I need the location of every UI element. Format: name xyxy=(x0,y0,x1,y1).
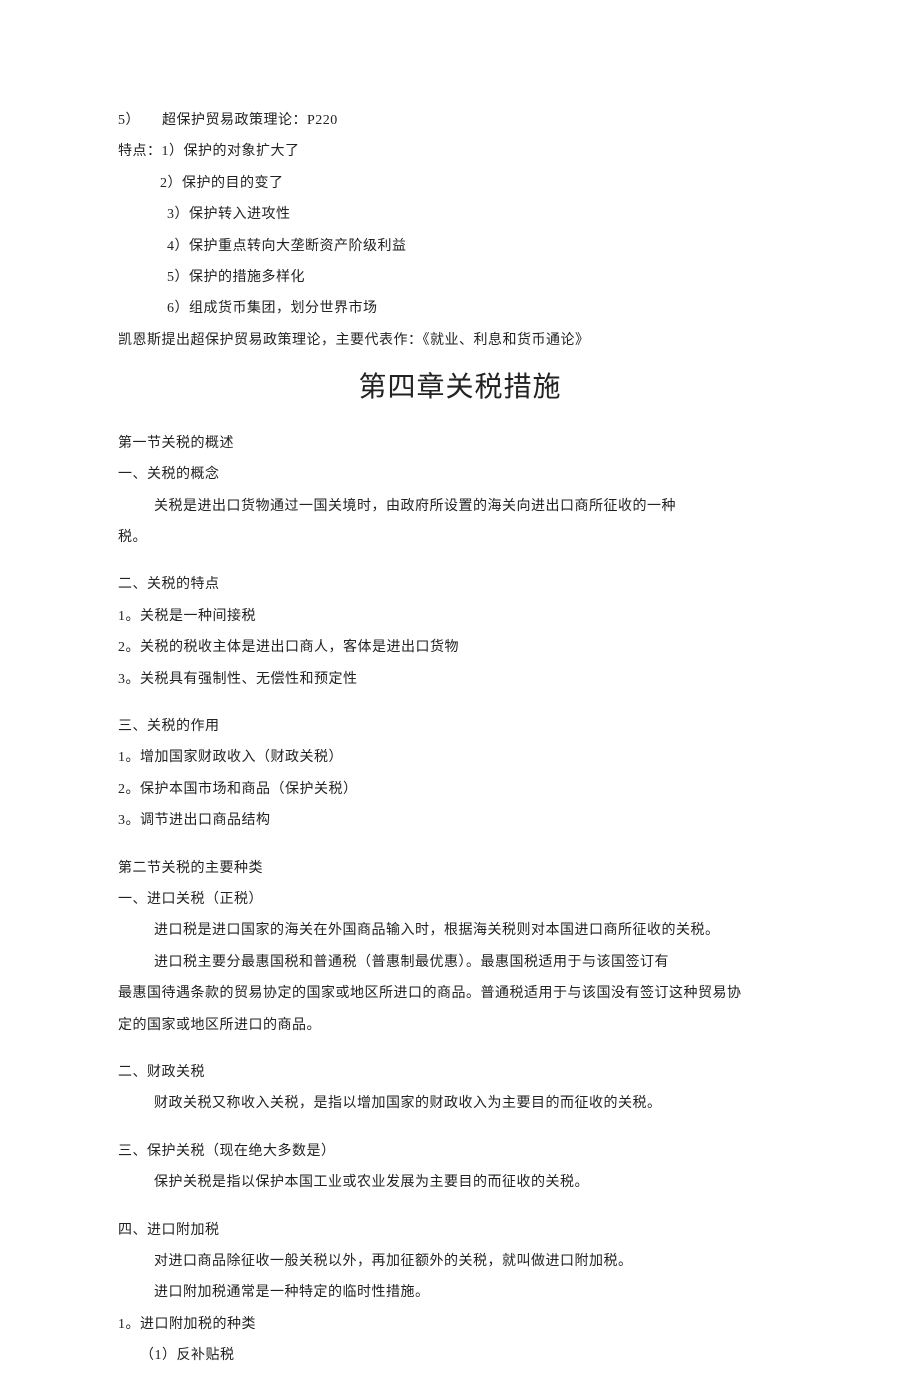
section1-sub3-item3: 3。调节进出口商品结构 xyxy=(118,810,802,832)
theory-heading: 5） 超保护贸易政策理论：P220 xyxy=(118,110,802,132)
section2-title: 第二节关税的主要种类 xyxy=(118,858,802,880)
section2-sub4-item1: 1。进口附加税的种类 xyxy=(118,1314,802,1336)
section1-sub2-item1: 1。关税是一种间接税 xyxy=(118,606,802,628)
section1-sub2-item2: 2。关税的税收主体是进出口商人，客体是进出口货物 xyxy=(118,637,802,659)
section2-sub1-p1: 进口税是进口国家的海关在外国商品输入时，根据海关税则对本国进口商所征收的关税。 xyxy=(118,920,802,942)
section2-sub1-p4: 定的国家或地区所进口的商品。 xyxy=(118,1015,802,1037)
section1-sub1-p1: 关税是进出口货物通过一国关境时，由政府所设置的海关向进出口商所征收的一种 xyxy=(118,496,802,518)
section1-sub2-item3: 3。关税具有强制性、无偿性和预定性 xyxy=(118,669,802,691)
section2-sub4-item1a: （1）反补贴税 xyxy=(118,1345,802,1367)
section1-sub1-heading: 一、关税的概念 xyxy=(118,464,802,486)
section2-sub2-heading: 二、财政关税 xyxy=(118,1062,802,1084)
feature-5: 5）保护的措施多样化 xyxy=(118,267,802,289)
section1-title: 第一节关税的概述 xyxy=(118,433,802,455)
section2-sub4-p1: 对进口商品除征收一般关税以外，再加征额外的关税，就叫做进口附加税。 xyxy=(118,1251,802,1273)
feature-4: 4）保护重点转向大垄断资产阶级利益 xyxy=(118,236,802,258)
features-label: 特点：1）保护的对象扩大了 xyxy=(118,141,802,163)
feature-2: 2）保护的目的变了 xyxy=(118,173,802,195)
section1-sub3-item1: 1。增加国家财政收入（财政关税） xyxy=(118,747,802,769)
section1-sub3-heading: 三、关税的作用 xyxy=(118,716,802,738)
keynes-note: 凯恩斯提出超保护贸易政策理论，主要代表作：《就业、利息和货币通论》 xyxy=(118,330,802,352)
section2-sub2-p1: 财政关税又称收入关税，是指以增加国家的财政收入为主要目的而征收的关税。 xyxy=(118,1093,802,1115)
section2-sub4-heading: 四、进口附加税 xyxy=(118,1220,802,1242)
section1-sub1-p2: 税。 xyxy=(118,527,802,549)
feature-3: 3）保护转入进攻性 xyxy=(118,204,802,226)
section1-sub3-item2: 2。保护本国市场和商品（保护关税） xyxy=(118,779,802,801)
section2-sub4-p2: 进口附加税通常是一种特定的临时性措施。 xyxy=(118,1282,802,1304)
section2-sub3-p1: 保护关税是指以保护本国工业或农业发展为主要目的而征收的关税。 xyxy=(118,1172,802,1194)
section2-sub1-heading: 一、进口关税（正税） xyxy=(118,889,802,911)
section1-sub2-heading: 二、关税的特点 xyxy=(118,574,802,596)
chapter-title: 第四章关税措施 xyxy=(118,366,802,411)
section2-sub1-p2: 进口税主要分最惠国税和普通税（普惠制最优惠）。最惠国税适用于与该国签订有 xyxy=(118,952,802,974)
section2-sub3-heading: 三、保护关税（现在绝大多数是） xyxy=(118,1141,802,1163)
feature-6: 6）组成货币集团，划分世界市场 xyxy=(118,298,802,320)
section2-sub1-p3: 最惠国待遇条款的贸易协定的国家或地区所进口的商品。普通税适用于与该国没有签订这种… xyxy=(118,983,802,1005)
